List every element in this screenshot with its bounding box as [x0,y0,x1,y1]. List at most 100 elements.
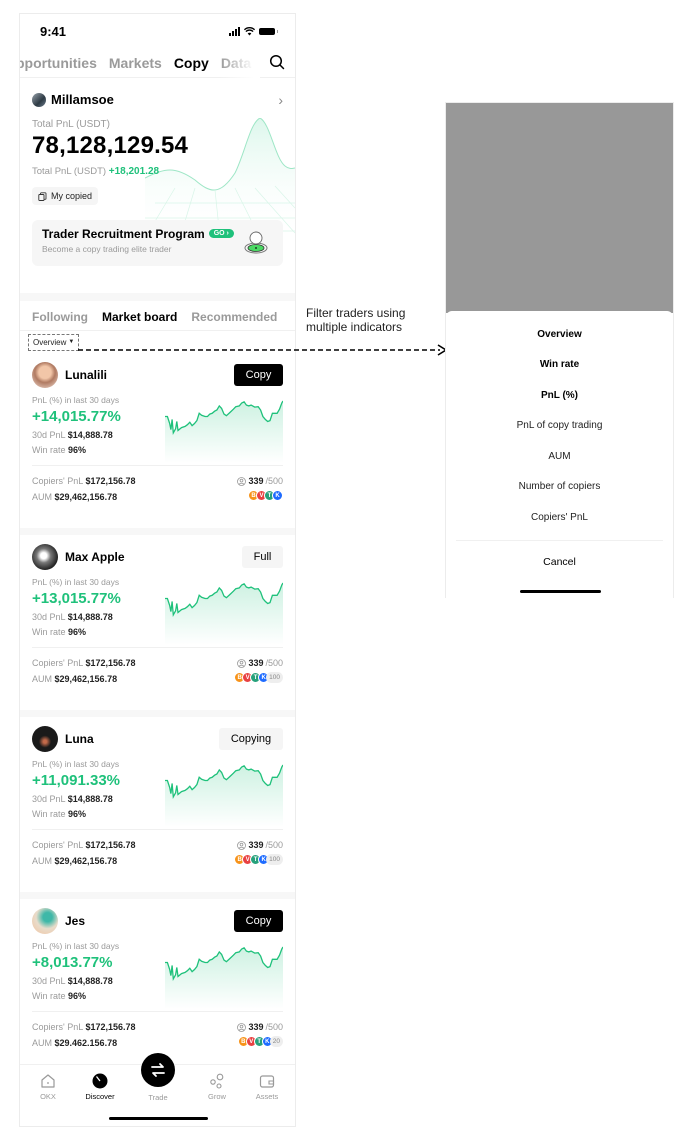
recruitment-subtitle: Become a copy trading elite trader [42,243,172,254]
card-divider [32,1011,283,1012]
section-divider [20,293,295,301]
win-rate-value: 96% [68,445,87,455]
copiers-pnl-value: $172,156.78 [85,476,136,486]
copier-info: 339/500 B V T K 100 [234,655,283,687]
trader-card[interactable]: Luna Copying PnL (%) in last 30 days +11,09… [20,717,295,899]
filter-option[interactable]: AUM [446,441,673,472]
total-pnl-change: Total PnL (USDT) +18,201.28 [32,166,283,177]
copiers-max: /500 [265,658,283,668]
filter-option[interactable]: Win rate [446,350,673,381]
user-icon [237,1022,247,1032]
trader-avatar [32,544,58,570]
traded-coins: B V T K 100 [234,854,283,865]
dim-overlay[interactable] [446,103,673,313]
copiers-max: /500 [265,840,283,850]
nav-okx-label: OKX [40,1092,56,1101]
nav-grow[interactable]: Grow [192,1073,242,1101]
copiers-value: 339 [248,658,264,668]
copiers-value: 339 [248,1022,264,1032]
account-header[interactable]: Millamsoe [32,92,283,107]
trader-action-button[interactable]: Copying [219,728,283,750]
pnl-30d-label: 30d PnL [32,794,66,804]
total-pnl-value: 78,128,129.54 [32,132,189,159]
pnl-30d-label: 30d PnL [32,430,66,440]
user-icon [237,476,247,486]
filter-option[interactable]: Copiers' PnL [446,502,673,533]
go-badge-label: GO [213,230,225,237]
top-tab[interactable]: Copy [174,55,209,71]
copier-count: 339/500 [237,655,283,671]
trader-header: Jes Copy [32,907,283,935]
trader-header: Luna Copying [32,725,283,753]
filter-option[interactable]: PnL (%) [446,380,673,411]
phone-screen: 9:41 pportunitiesMarketsCopyData Millams… [19,13,296,1127]
my-copied-label: My copied [51,191,93,201]
trader-action-button[interactable]: Copy [234,910,283,932]
sparkline-area [165,765,283,827]
filter-option[interactable]: Overview [446,319,673,350]
nav-trade[interactable]: Trade [133,1093,183,1102]
annotation-arrow [78,344,448,356]
trader-name: Lunalili [65,368,107,382]
aum-value: $29,462,156.78 [54,674,118,684]
aum-label: AUM [32,674,52,684]
signal-icon [229,26,240,36]
copiers-pnl: Copiers' PnL $172,156.78 [32,1019,136,1035]
trader-stats: Copiers' PnL $172,156.78 AUM $29,462,156.… [32,473,136,505]
go-badge[interactable]: GO › [208,229,234,238]
sparkline-area [165,401,283,463]
account-avatar [32,92,46,107]
copier-info: 339/500 B V T K 100 [234,837,283,869]
aum: AUM $29,462,156.78 [32,671,136,687]
copiers-pnl-label: Copiers' PnL [32,1022,83,1032]
caret-down-icon: ▼ [68,339,75,345]
search-icon[interactable] [269,54,285,70]
trader-card[interactable]: Max Apple Full PnL (%) in last 30 days +13,… [20,535,295,717]
copier-info: 339/500 B V T K 20 [237,1019,283,1051]
my-copied-button[interactable]: My copied [32,187,99,205]
traded-coins: BVTK [237,490,283,501]
user-icon [237,840,247,850]
pnl-30d-label: 30d PnL [32,612,66,622]
nav-assets[interactable]: Assets [242,1073,292,1101]
trader-footer: Copiers' PnL $172,156.78 AUM $29,462,156.… [32,655,283,687]
pnl-30d-value: $14,888.78 [67,976,113,986]
swap-arrows-icon [151,1063,165,1077]
trader-avatar [32,908,58,934]
filter-options-list: Overview Win rate PnL (%) PnL of copy tradi… [446,311,673,533]
aum-label: AUM [32,492,52,502]
top-tab[interactable]: Markets [109,55,162,71]
trade-fab-button[interactable] [141,1053,175,1087]
board-tab[interactable]: Market board [102,310,177,324]
copier-info: 339/500 B V T K [237,473,283,505]
filter-selected-label: Overview [33,337,67,347]
top-tab[interactable]: pportunities [20,55,97,71]
traded-coins: B V T K 100 [234,672,283,683]
trader-recruitment-banner[interactable]: Trader Recruitment Program GO › Become a… [32,219,283,266]
copiers-pnl-value: $172,156.78 [85,658,136,668]
wallet-icon [259,1075,275,1088]
filter-option[interactable]: PnL of copy trading [446,411,673,442]
trader-stats: Copiers' PnL $172,156.78 AUM $29.462.156.… [32,1019,136,1051]
nav-okx[interactable]: OKX [23,1073,73,1101]
trader-action-button[interactable]: Copy [234,364,283,386]
win-rate-label: Win rate [32,809,66,819]
board-tab[interactable]: Recommended [191,310,277,324]
sparkline-area [165,947,283,1009]
trader-avatar [32,362,58,388]
nav-discover[interactable]: Discover [75,1073,125,1101]
copiers-pnl-label: Copiers' PnL [32,840,83,850]
overview-filter-dropdown[interactable]: Overview ▼ [28,333,80,351]
filter-sheet-screen: Overview Win rate PnL (%) PnL of copy tradi… [445,102,674,598]
board-tab[interactable]: Following [32,310,88,324]
annotation-line-1: Filter traders using [306,306,406,320]
win-rate-value: 96% [68,991,87,1001]
cancel-button[interactable]: Cancel [446,541,673,583]
trader-action-button[interactable]: Full [242,546,283,568]
trader-footer: Copiers' PnL $172,156.78 AUM $29.462.156.… [32,1019,283,1051]
trader-card[interactable]: Lunalili Copy PnL (%) in last 30 days +14,0… [20,353,295,535]
aum-value: $29.462.156.78 [54,1038,118,1048]
battery-icon [259,27,278,35]
chevron-right-icon[interactable]: › [278,92,283,108]
filter-option[interactable]: Number of copiers [446,472,673,503]
